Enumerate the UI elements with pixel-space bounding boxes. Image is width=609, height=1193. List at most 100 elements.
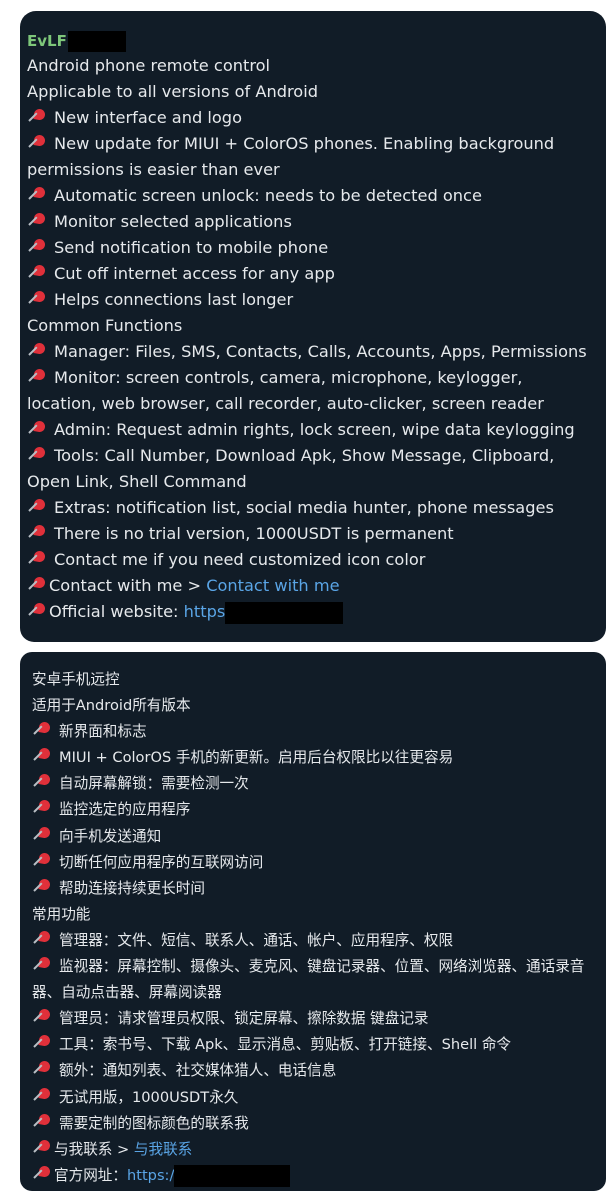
text-line: 安卓手机远控 (32, 667, 606, 693)
bullet-line: 监控选定的应用程序 (32, 797, 606, 823)
contact-prefix: Contact with me > (49, 576, 207, 595)
website-line: Official website: https (27, 599, 606, 625)
line-text: 需要定制的图标颜色的联系我 (59, 1114, 249, 1132)
line-text: 新界面和标志 (59, 723, 147, 741)
pushpin-icon (27, 108, 49, 126)
bullet-line: Monitor selected applications (27, 209, 606, 235)
line-text: Common Functions (27, 316, 183, 335)
chinese-message-bubble: 安卓手机远控适用于Android所有版本新界面和标志 MIUI + ColorOS… (20, 652, 606, 1191)
bullet-line: Tools: Call Number, Download Apk, Show M… (27, 443, 606, 495)
line-text: 切断任何应用程序的互联网访问 (59, 853, 264, 871)
bullet-line: 需要定制的图标颜色的联系我 (32, 1111, 606, 1137)
text-line: Android phone remote control (27, 53, 606, 79)
text-line: Applicable to all versions of Android (27, 79, 606, 105)
line-text: Cut off internet access for any app (54, 264, 335, 283)
bullet-line: Admin: Request admin rights, lock screen… (27, 417, 606, 443)
bullet-line: Extras: notification list, social media … (27, 495, 606, 521)
message-lines: 安卓手机远控适用于Android所有版本新界面和标志 MIUI + ColorOS… (32, 667, 606, 1137)
bullet-line: 无试用版，1000USDT永久 (32, 1085, 606, 1111)
bullet-line: 自动屏幕解锁：需要检测一次 (32, 771, 606, 797)
bullet-line: 管理员：请求管理员权限、锁定屏幕、擦除数据 键盘记录 (32, 1006, 606, 1032)
pushpin-icon (32, 1087, 54, 1105)
pushpin-icon (27, 342, 49, 360)
text-line: 适用于Android所有版本 (32, 693, 606, 719)
bullet-line: Manager: Files, SMS, Contacts, Calls, Ac… (27, 339, 606, 365)
pushpin-icon (32, 1060, 54, 1078)
message-lines: Android phone remote control Applicable t… (27, 53, 606, 573)
pushpin-icon (27, 264, 49, 282)
bullet-line: MIUI + ColorOS 手机的新更新。启用后台权限比以往更容易 (32, 745, 606, 771)
bullet-line: Cut off internet access for any app (27, 261, 606, 287)
line-text: MIUI + ColorOS 手机的新更新。启用后台权限比以往更容易 (59, 749, 454, 767)
pushpin-icon (27, 212, 49, 230)
pushpin-icon (27, 420, 49, 438)
bullet-line: 监视器：屏幕控制、摄像头、麦克风、键盘记录器、位置、网络浏览器、通话录音器、自动… (32, 954, 606, 1006)
website-label: Official website: (49, 602, 184, 621)
bullet-line: Automatic screen unlock: needs to be det… (27, 183, 606, 209)
website-label: 官方网址： (54, 1166, 127, 1184)
english-message-bubble: EvLF Android phone remote control Applica… (20, 11, 606, 642)
bullet-line: Monitor: screen controls, camera, microp… (27, 365, 606, 417)
redacted-block (225, 601, 344, 624)
line-text: 工具：索书号、下载 Apk、显示消息、剪贴板、打开链接、Shell 命令 (59, 1036, 512, 1054)
pushpin-icon (27, 134, 49, 152)
line-text: Send notification to mobile phone (54, 238, 329, 257)
line-text: Automatic screen unlock: needs to be det… (54, 186, 482, 205)
contact-link[interactable]: Contact with me (206, 576, 339, 595)
line-text: Helps connections last longer (54, 290, 294, 309)
website-link[interactable]: https:/ (127, 1167, 174, 1184)
pushpin-icon (32, 1113, 54, 1131)
contact-line: 与我联系 > 与我联系 (32, 1137, 606, 1163)
bullet-line: 新界面和标志 (32, 719, 606, 745)
line-text: Tools: Call Number, Download Apk, Show M… (27, 446, 555, 491)
line-text: Contact me if you need customized icon c… (54, 550, 426, 569)
line-text: 监控选定的应用程序 (59, 801, 191, 819)
pushpin-icon (32, 773, 54, 791)
line-text: Monitor: screen controls, camera, microp… (27, 368, 544, 413)
pushpin-icon (27, 186, 49, 204)
bullet-line: 管理器：文件、短信、联系人、通话、帐户、应用程序、权限 (32, 928, 606, 954)
redacted-block (67, 30, 126, 52)
pushpin-icon (32, 878, 54, 896)
pushpin-icon (27, 576, 47, 594)
line-text: New interface and logo (54, 108, 242, 127)
line-text: Monitor selected applications (54, 212, 292, 231)
pushpin-icon (32, 826, 54, 844)
pushpin-icon (27, 524, 49, 542)
bullet-line: New interface and logo (27, 105, 606, 131)
pushpin-icon (27, 498, 49, 516)
line-text: 监视器：屏幕控制、摄像头、麦克风、键盘记录器、位置、网络浏览器、通话录音器、自动… (32, 958, 585, 1002)
pushpin-icon (32, 1034, 54, 1052)
pushpin-icon (32, 721, 54, 739)
redacted-block (174, 1164, 291, 1187)
bullet-line: Contact me if you need customized icon c… (27, 547, 606, 573)
line-text: 安卓手机远控 (32, 671, 120, 688)
pushpin-icon (27, 446, 49, 464)
line-text: 适用于Android所有版本 (32, 697, 191, 715)
line-text: 帮助连接持续更长时间 (59, 879, 205, 897)
line-text: 管理员：请求管理员权限、锁定屏幕、擦除数据 键盘记录 (59, 1010, 429, 1028)
line-text: There is no trial version, 1000USDT is p… (54, 524, 454, 543)
sender-name[interactable]: EvLF (27, 29, 606, 53)
pushpin-icon (32, 747, 54, 765)
pushpin-icon (27, 368, 49, 386)
line-text: Applicable to all versions of Android (27, 82, 318, 101)
pushpin-icon (32, 1165, 52, 1183)
line-text: 自动屏幕解锁：需要检测一次 (59, 775, 249, 793)
line-text: 管理器：文件、短信、联系人、通话、帐户、应用程序、权限 (59, 931, 454, 949)
bullet-line: 切断任何应用程序的互联网访问 (32, 850, 606, 876)
pushpin-icon (27, 602, 47, 620)
sender-name-text: EvLF (27, 32, 67, 50)
text-line: Common Functions (27, 313, 606, 339)
line-text: 常用功能 (32, 905, 91, 923)
line-text: 无试用版，1000USDT永久 (59, 1088, 239, 1106)
line-text: Extras: notification list, social media … (54, 498, 554, 517)
contact-link[interactable]: 与我联系 (134, 1141, 192, 1158)
bullet-line: 工具：索书号、下载 Apk、显示消息、剪贴板、打开链接、Shell 命令 (32, 1032, 606, 1058)
website-link[interactable]: https (184, 602, 226, 621)
pushpin-icon (27, 238, 49, 256)
pushpin-icon (32, 930, 54, 948)
pushpin-icon (32, 1139, 52, 1157)
pushpin-icon (32, 956, 54, 974)
pushpin-icon (32, 852, 54, 870)
